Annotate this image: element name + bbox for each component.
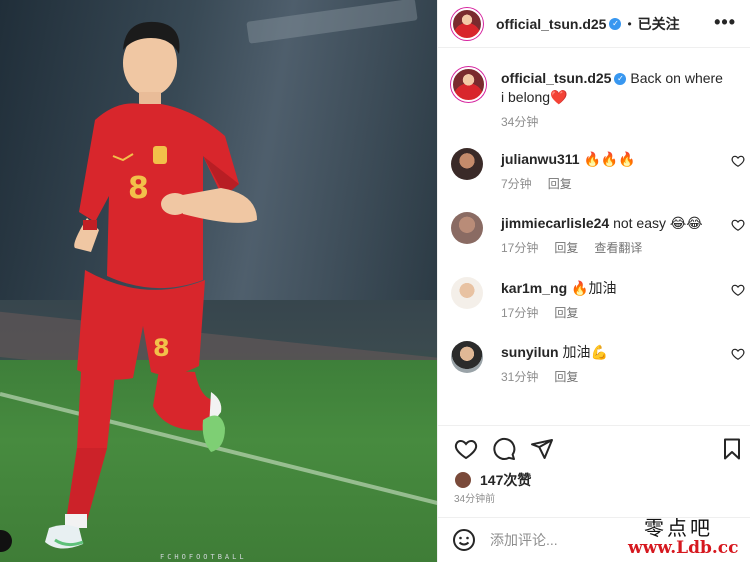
comment-input[interactable]: 添加评论... xyxy=(490,530,558,550)
comment-username[interactable]: sunyilun xyxy=(501,344,559,360)
comment-body: kar1m_ng 🔥加油 17分钟 回复 xyxy=(501,279,723,323)
comment-time[interactable]: 17分钟 xyxy=(501,239,538,258)
comment-username[interactable]: kar1m_ng xyxy=(501,280,567,296)
commenter-avatar[interactable] xyxy=(451,148,483,180)
likes-count[interactable]: 147次赞 xyxy=(480,470,531,490)
comment-time[interactable]: 7分钟 xyxy=(501,175,532,194)
comment-text: not easy 😂😂 xyxy=(613,215,703,231)
caption-username[interactable]: official_tsun.d25 xyxy=(501,70,611,86)
caption-body: official_tsun.d25 ✓ Back on where i belon… xyxy=(501,69,723,132)
separator-dot: • xyxy=(627,16,632,31)
post-header: official_tsun.d25 ✓ • 已关注 ••• xyxy=(438,0,750,48)
player-figure: 8 8 xyxy=(45,21,257,549)
reply-button[interactable]: 回复 xyxy=(554,239,578,258)
comment-body: jimmiecarlisle24 not easy 😂😂 17分钟 回复 查看翻… xyxy=(501,214,723,258)
bookmark-icon[interactable] xyxy=(720,437,744,461)
reply-button[interactable]: 回复 xyxy=(554,368,578,387)
comment-meta: 17分钟 回复 xyxy=(501,304,723,323)
comment-text: 🔥加油 xyxy=(571,280,617,296)
liker-avatar xyxy=(454,471,472,489)
comment-time[interactable]: 31分钟 xyxy=(501,368,538,387)
following-button[interactable]: 已关注 xyxy=(638,14,680,34)
reply-button[interactable]: 回复 xyxy=(548,175,572,194)
comment-body: sunyilun 加油💪 31分钟 回复 xyxy=(501,343,723,387)
more-options-icon[interactable]: ••• xyxy=(714,12,736,33)
heart-emoji: ❤️ xyxy=(550,89,568,105)
comment-username[interactable]: julianwu311 xyxy=(501,151,580,167)
post-side-panel: official_tsun.d25 ✓ • 已关注 ••• official_t… xyxy=(437,0,750,562)
posted-time[interactable]: 34分钟前 xyxy=(454,490,495,505)
commenter-avatar[interactable] xyxy=(451,341,483,373)
commenter-avatar[interactable] xyxy=(451,277,483,309)
emoji-icon[interactable] xyxy=(452,528,476,552)
photo-watermark: FCHOFOOTBALL xyxy=(160,553,247,561)
comment-body: julianwu311 🔥🔥🔥 7分钟 回复 xyxy=(501,150,723,194)
site-watermark: 零点吧 www.Ldb.cc xyxy=(618,510,750,562)
comment-like-icon[interactable] xyxy=(731,283,745,297)
site-watermark-name: 零点吧 xyxy=(644,516,713,540)
caption-meta: 34分钟 xyxy=(501,113,723,132)
site-watermark-url: www.Ldb.cc xyxy=(628,538,739,558)
author-avatar[interactable] xyxy=(451,7,483,40)
see-translation-button[interactable]: 查看翻译 xyxy=(594,239,642,258)
caption-avatar[interactable] xyxy=(451,67,486,102)
comment-like-icon[interactable] xyxy=(731,347,745,361)
comment-meta: 31分钟 回复 xyxy=(501,368,723,387)
comment-meta: 7分钟 回复 xyxy=(501,175,723,194)
comment-username[interactable]: jimmiecarlisle24 xyxy=(501,215,609,231)
comment-time[interactable]: 17分钟 xyxy=(501,304,538,323)
post-photo[interactable]: 8 8 FCHOFOOTBALL xyxy=(0,0,437,562)
likes-summary[interactable]: 147次赞 xyxy=(454,470,531,490)
share-icon[interactable] xyxy=(530,437,554,461)
comment-meta: 17分钟 回复 查看翻译 xyxy=(501,239,723,258)
verified-badge-icon: ✓ xyxy=(609,17,622,30)
verified-badge-icon: ✓ xyxy=(614,73,627,86)
comment-text: 加油💪 xyxy=(562,344,608,360)
reply-button[interactable]: 回复 xyxy=(554,304,578,323)
commenter-avatar[interactable] xyxy=(451,212,483,244)
action-icons xyxy=(454,437,744,463)
post-action-bar: 147次赞 34分钟前 xyxy=(438,425,750,515)
comment-icon[interactable] xyxy=(492,437,516,461)
svg-text:8: 8 xyxy=(153,334,170,362)
comment-like-icon[interactable] xyxy=(731,218,745,232)
caption-time[interactable]: 34分钟 xyxy=(501,113,538,132)
jersey-number: 8 xyxy=(128,171,149,206)
comment-text: 🔥🔥🔥 xyxy=(583,151,636,167)
comment-like-icon[interactable] xyxy=(731,154,745,168)
author-username[interactable]: official_tsun.d25 xyxy=(496,16,606,32)
like-heart-icon[interactable] xyxy=(454,437,478,461)
